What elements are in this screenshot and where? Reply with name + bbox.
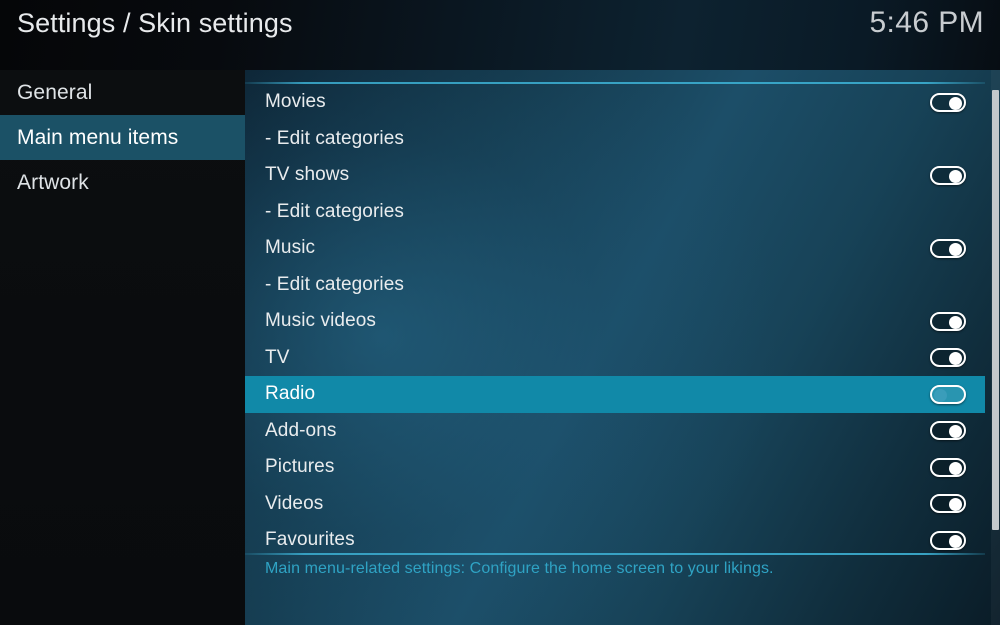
page-title: Settings / Skin settings bbox=[17, 8, 293, 38]
settings-list: Movies - Edit categories TV shows - Edit ca… bbox=[245, 84, 985, 553]
toggle-switch-videos[interactable] bbox=[930, 494, 966, 514]
settings-row-movies[interactable]: Movies bbox=[245, 84, 985, 121]
settings-row-videos[interactable]: Videos bbox=[245, 486, 985, 523]
settings-row-label: - Edit categories bbox=[265, 127, 404, 149]
settings-row-label: TV bbox=[265, 346, 290, 368]
settings-row-edit-categories[interactable]: - Edit categories bbox=[245, 121, 985, 158]
toggle-switch-music-videos[interactable] bbox=[930, 311, 966, 331]
toggle-knob bbox=[949, 498, 962, 512]
settings-row-label: - Edit categories bbox=[265, 200, 404, 222]
sidebar-item-artwork[interactable]: Artwork bbox=[0, 160, 245, 205]
toggle-knob bbox=[949, 534, 962, 548]
toggle-switch-tv[interactable] bbox=[930, 348, 966, 368]
settings-row-edit-categories[interactable]: - Edit categories bbox=[245, 194, 985, 231]
settings-row-label: Music videos bbox=[265, 310, 377, 332]
settings-row-label: Radio bbox=[265, 383, 316, 405]
settings-row-label: TV shows bbox=[265, 164, 350, 186]
toggle-knob bbox=[949, 425, 962, 439]
header-bar: Settings / Skin settings 5:46 PM bbox=[0, 0, 1000, 70]
scrollbar[interactable] bbox=[991, 70, 1000, 625]
settings-row-label: Videos bbox=[265, 492, 324, 514]
toggle-switch-tv-shows[interactable] bbox=[930, 165, 966, 185]
kodi-settings-screen: Settings / Skin settings 5:46 PM General… bbox=[0, 0, 1000, 625]
clock: 5:46 PM bbox=[869, 6, 984, 39]
toggle-knob bbox=[949, 96, 962, 110]
toggle-knob bbox=[949, 461, 962, 475]
settings-row-pictures[interactable]: Pictures bbox=[245, 449, 985, 486]
sidebar-item-label: General bbox=[17, 80, 93, 104]
divider-bottom bbox=[245, 553, 985, 555]
toggle-switch-favourites[interactable] bbox=[930, 530, 966, 550]
toggle-switch-movies[interactable] bbox=[930, 92, 966, 112]
toggle-switch-pictures[interactable] bbox=[930, 457, 966, 477]
toggle-knob bbox=[949, 352, 962, 366]
sidebar-item-label: Main menu items bbox=[17, 125, 179, 149]
sidebar-item-general[interactable]: General bbox=[0, 70, 245, 115]
toggle-switch-music[interactable] bbox=[930, 238, 966, 258]
toggle-switch-radio[interactable] bbox=[930, 384, 966, 404]
toggle-knob bbox=[949, 242, 962, 256]
scrollbar-thumb[interactable] bbox=[992, 90, 999, 530]
settings-row-label: Movies bbox=[265, 91, 326, 113]
settings-content-panel: Movies - Edit categories TV shows - Edit ca… bbox=[245, 70, 1000, 625]
sidebar-item-main-menu-items[interactable]: Main menu items bbox=[0, 115, 245, 160]
settings-row-music[interactable]: Music bbox=[245, 230, 985, 267]
sidebar: General Main menu items Artwork bbox=[0, 70, 245, 625]
toggle-knob bbox=[949, 169, 962, 183]
settings-row-label: Add-ons bbox=[265, 419, 337, 441]
toggle-switch-add-ons[interactable] bbox=[930, 421, 966, 441]
settings-row-tv[interactable]: TV bbox=[245, 340, 985, 377]
settings-row-label: Music bbox=[265, 237, 316, 259]
settings-row-radio[interactable]: Radio bbox=[245, 376, 985, 413]
settings-row-edit-categories[interactable]: - Edit categories bbox=[245, 267, 985, 304]
settings-row-add-ons[interactable]: Add-ons bbox=[245, 413, 985, 450]
settings-row-tv-shows[interactable]: TV shows bbox=[245, 157, 985, 194]
setting-description: Main menu-related settings: Configure th… bbox=[265, 560, 774, 577]
sidebar-item-label: Artwork bbox=[17, 170, 89, 194]
settings-row-label: - Edit categories bbox=[265, 273, 404, 295]
settings-row-label: Pictures bbox=[265, 456, 335, 478]
toggle-knob bbox=[934, 388, 947, 402]
settings-row-label: Favourites bbox=[265, 529, 355, 551]
toggle-knob bbox=[949, 315, 962, 329]
settings-row-music-videos[interactable]: Music videos bbox=[245, 303, 985, 340]
